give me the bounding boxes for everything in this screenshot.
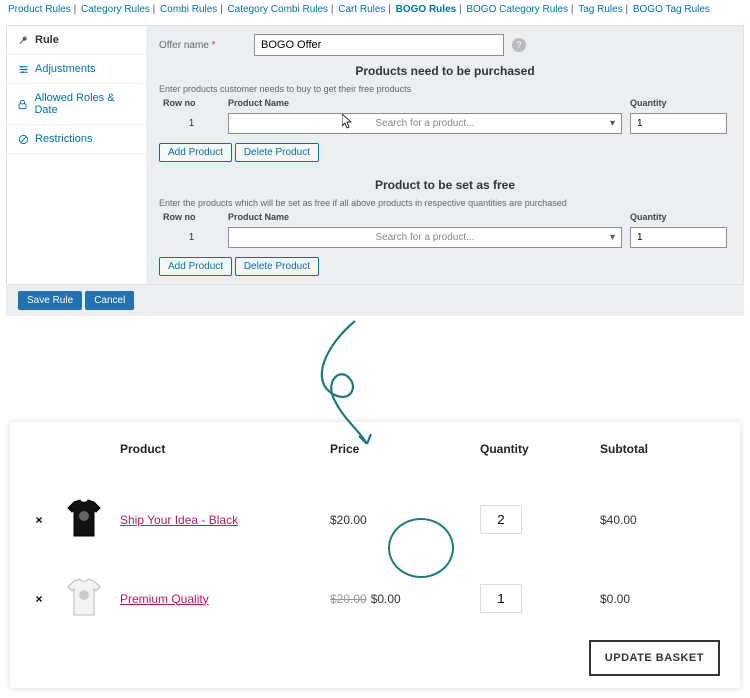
purchase-table: Row no Product Name Quantity 1 Search fo… <box>159 96 731 137</box>
lock-icon <box>17 99 28 110</box>
sidebar-item-label: Adjustments <box>35 63 96 75</box>
sidebar-item-restrictions[interactable]: Restrictions <box>7 125 146 154</box>
nav-category-combi-rules[interactable]: Category Combi Rules <box>227 4 328 15</box>
help-icon[interactable]: ? <box>512 38 526 52</box>
sliders-icon <box>17 64 29 75</box>
purchase-row: 1 Search for a product... ▾ <box>159 110 731 137</box>
nav-cart-rules[interactable]: Cart Rules <box>338 4 385 15</box>
add-product-button[interactable]: Add Product <box>159 143 232 162</box>
cart-row: × Ship Your Idea - Black $20.00 $40.00 <box>24 480 726 559</box>
annotation-arrow <box>40 322 710 402</box>
update-basket-button[interactable]: UPDATE BASKET <box>589 640 720 676</box>
delete-product-button[interactable]: Delete Product <box>235 143 319 162</box>
free-row: 1 Search for a product... ▾ <box>159 224 731 251</box>
cart-qty-input[interactable] <box>480 584 522 613</box>
purchase-section-title: Products need to be purchased <box>159 64 731 78</box>
rules-nav: Product Rules | Category Rules | Combi R… <box>0 0 750 19</box>
cancel-button[interactable]: Cancel <box>85 291 134 310</box>
cart-col-price: Price <box>324 432 474 480</box>
product-thumbnail <box>60 573 108 621</box>
pipe-separator: | <box>456 4 464 15</box>
rule-main: Offer name * ? Products need to be purch… <box>147 26 743 284</box>
offer-name-input[interactable] <box>254 34 504 56</box>
product-link[interactable]: Premium Quality <box>120 592 209 606</box>
cart-col-product: Product <box>114 432 324 480</box>
col-product: Product Name <box>224 210 626 224</box>
subtotal-cell: $0.00 <box>594 559 726 638</box>
product-link[interactable]: Ship Your Idea - Black <box>120 513 238 527</box>
pipe-separator: | <box>328 4 336 15</box>
col-qty: Quantity <box>626 96 731 110</box>
pipe-separator: | <box>150 4 158 15</box>
nav-bogo-category-rules[interactable]: BOGO Category Rules <box>466 4 568 15</box>
sidebar-item-label: Rule <box>35 34 59 46</box>
price-cell: $20.00$0.00 <box>324 559 474 638</box>
nav-combi-rules[interactable]: Combi Rules <box>160 4 217 15</box>
rowno-value: 1 <box>159 110 224 137</box>
product-thumbnail <box>60 494 108 542</box>
sidebar-item-rule[interactable]: Rule <box>7 26 146 55</box>
sidebar-item-allowed-roles-date[interactable]: Allowed Roles & Date <box>7 84 146 125</box>
subtotal-cell: $40.00 <box>594 480 726 559</box>
nav-category-rules[interactable]: Category Rules <box>81 4 150 15</box>
free-section-title: Product to be set as free <box>159 178 731 192</box>
col-product: Product Name <box>224 96 626 110</box>
panel-footer: Save Rule Cancel <box>6 285 744 316</box>
cart-qty-input[interactable] <box>480 505 522 534</box>
rule-sidebar: Rule Adjustments Allowed Roles & Date Restr… <box>7 26 147 284</box>
cart-col-subtotal: Subtotal <box>594 432 726 480</box>
nav-product-rules[interactable]: Product Rules <box>8 4 71 15</box>
pipe-separator: | <box>71 4 79 15</box>
remove-item-button[interactable]: × <box>24 559 54 638</box>
sidebar-item-label: Restrictions <box>35 133 92 145</box>
col-rowno: Row no <box>159 210 224 224</box>
free-product-select[interactable]: Search for a product... ▾ <box>228 227 622 248</box>
chevron-down-icon: ▾ <box>610 232 615 243</box>
col-rowno: Row no <box>159 96 224 110</box>
free-table: Row no Product Name Quantity 1 Search fo… <box>159 210 731 251</box>
purchase-hint: Enter products customer needs to buy to … <box>159 84 731 94</box>
cart-table: Product Price Quantity Subtotal × Ship Yo… <box>24 432 726 678</box>
delete-free-product-button[interactable]: Delete Product <box>235 257 319 276</box>
rowno-value: 1 <box>159 224 224 251</box>
save-rule-button[interactable]: Save Rule <box>18 291 82 310</box>
pipe-separator: | <box>217 4 225 15</box>
chevron-down-icon: ▾ <box>610 118 615 129</box>
sidebar-item-adjustments[interactable]: Adjustments <box>7 55 146 84</box>
purchase-qty-input[interactable] <box>630 113 727 134</box>
col-qty: Quantity <box>626 210 731 224</box>
pipe-separator: | <box>568 4 576 15</box>
rule-panel: Rule Adjustments Allowed Roles & Date Restr… <box>6 25 744 285</box>
free-qty-input[interactable] <box>630 227 727 248</box>
pipe-separator: | <box>623 4 631 15</box>
offer-name-label: Offer name * <box>159 40 254 51</box>
cart-col-qty: Quantity <box>474 432 594 480</box>
cart-preview: Product Price Quantity Subtotal × Ship Yo… <box>10 422 740 688</box>
purchase-product-select[interactable]: Search for a product... ▾ <box>228 113 622 134</box>
cart-row: × Premium Quality $20.00$0.00 $0.00 <box>24 559 726 638</box>
add-free-product-button[interactable]: Add Product <box>159 257 232 276</box>
sidebar-item-label: Allowed Roles & Date <box>34 92 136 116</box>
ban-icon <box>17 134 29 145</box>
price-cell: $20.00 <box>324 480 474 559</box>
nav-bogo-tag-rules[interactable]: BOGO Tag Rules <box>633 4 710 15</box>
nav-tag-rules[interactable]: Tag Rules <box>578 4 622 15</box>
remove-item-button[interactable]: × <box>24 480 54 559</box>
free-hint: Enter the products which will be set as … <box>159 198 731 208</box>
pipe-separator: | <box>385 4 393 15</box>
wrench-icon <box>17 35 29 46</box>
nav-bogo-rules[interactable]: BOGO Rules <box>396 4 457 15</box>
